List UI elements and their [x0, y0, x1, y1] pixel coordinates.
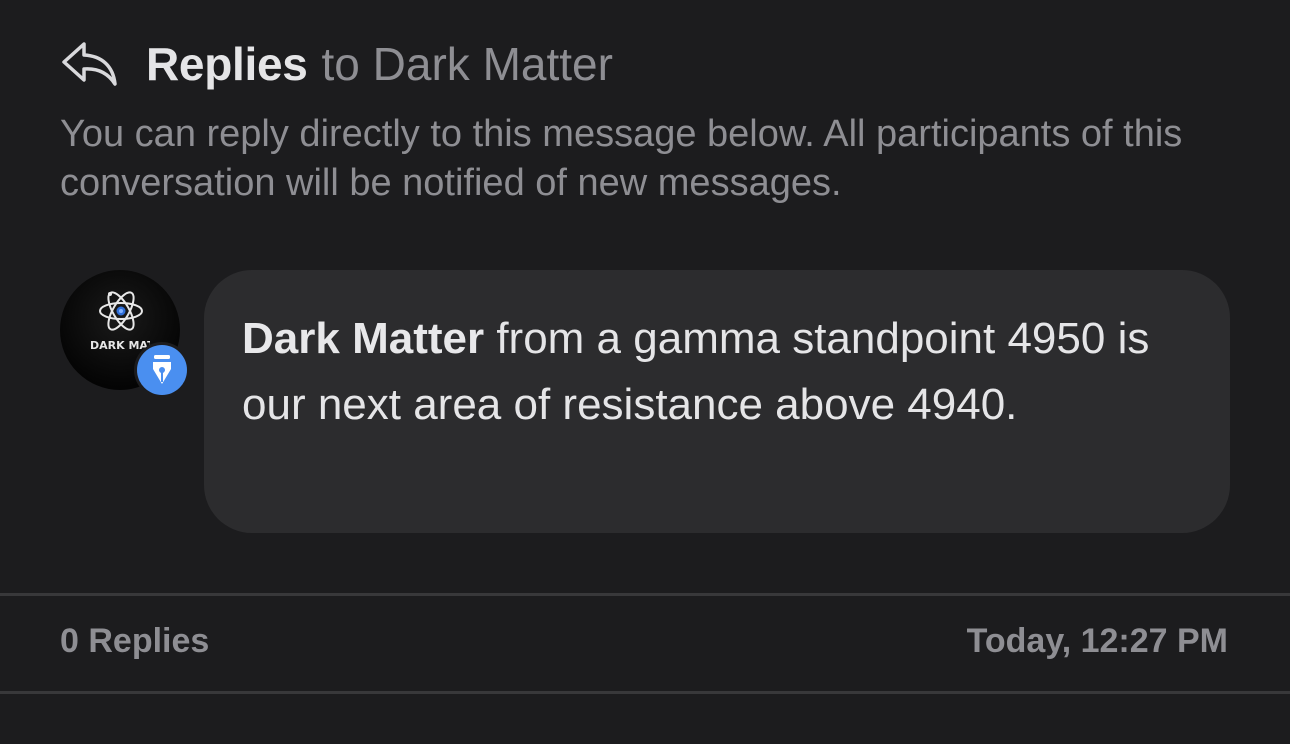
- fountain-pen-icon: [153, 355, 171, 384]
- message-bubble[interactable]: Dark Matter from a gamma standpoint 4950…: [204, 270, 1230, 533]
- badge: [134, 342, 190, 398]
- replies-screen: Replies to Dark Matter You can reply dir…: [0, 0, 1290, 744]
- reply-arrow-icon[interactable]: [60, 38, 120, 90]
- replies-count: 0 Replies: [60, 622, 210, 660]
- message-author[interactable]: Dark Matter: [242, 314, 484, 363]
- divider: [0, 593, 1290, 596]
- author-avatar-group[interactable]: DARK MATTER: [60, 270, 190, 400]
- message-timestamp: Today, 12:27 PM: [966, 622, 1228, 660]
- header: Replies to Dark Matter: [60, 34, 613, 94]
- page-subtitle: to Dark Matter: [321, 38, 613, 90]
- reply-description: You can reply directly to this message b…: [60, 113, 1183, 204]
- atom-logo-icon: [99, 291, 143, 331]
- page-title: Replies: [146, 38, 308, 90]
- message-text: Dark Matter from a gamma standpoint 4950…: [242, 306, 1194, 438]
- divider: [0, 691, 1290, 694]
